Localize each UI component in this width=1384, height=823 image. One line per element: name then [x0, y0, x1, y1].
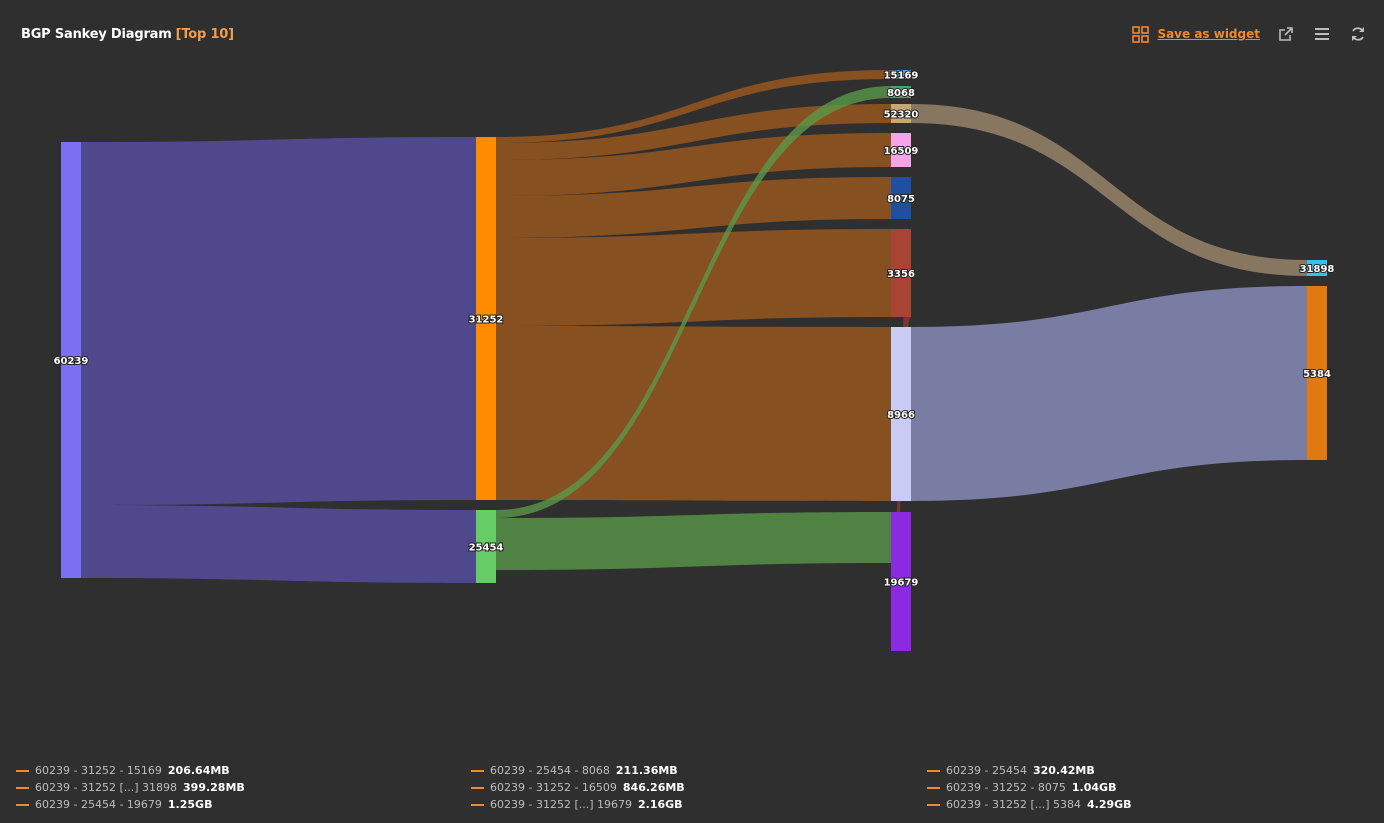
sankey-link-8966-5384[interactable]	[911, 286, 1307, 501]
legend-dash-icon	[471, 803, 484, 806]
legend-item[interactable]: 60239 - 31252 [...] 19679 2.16GB	[471, 796, 685, 813]
legend-item-value: 399.28MB	[183, 781, 245, 794]
legend-item[interactable]: 60239 - 31252 - 16509 846.26MB	[471, 779, 685, 796]
sankey-node-label-15169: 15169	[884, 71, 919, 82]
legend-item-value: 846.26MB	[622, 781, 685, 794]
chart-legend: 60239 - 31252 - 15169 206.64MB 60239 - 312…	[16, 762, 1376, 814]
legend-item[interactable]: 60239 - 25454 320.42MB	[927, 762, 1132, 779]
legend-item[interactable]: 60239 - 31252 - 8075 1.04GB	[927, 779, 1132, 796]
legend-dash-icon	[927, 786, 940, 789]
legend-item-value: 206.64MB	[167, 764, 230, 777]
legend-item[interactable]: 60239 - 25454 - 19679 1.25GB	[16, 796, 245, 813]
legend-item-label: 60239 - 31252 [...] 5384	[946, 798, 1082, 811]
sankey-node-label-60239: 60239	[54, 356, 89, 367]
legend-item-label: 60239 - 31252 - 16509	[490, 781, 617, 794]
legend-column: 60239 - 25454 320.42MB 60239 - 31252 - 807…	[927, 762, 1132, 813]
legend-item-label: 60239 - 31252 [...] 19679	[490, 798, 633, 811]
sankey-link-31252-8966[interactable]	[496, 326, 891, 501]
legend-item-label: 60239 - 25454	[946, 764, 1027, 777]
legend-item-value: 1.25GB	[167, 798, 213, 811]
legend-item-label: 60239 - 31252 - 15169	[35, 764, 162, 777]
sankey-link-60239-31252[interactable]	[81, 137, 476, 505]
legend-item-label: 60239 - 25454 - 8068	[490, 764, 610, 777]
sankey-links	[81, 70, 1307, 651]
legend-item-value: 1.04GB	[1071, 781, 1117, 794]
sankey-link-25454-19679[interactable]	[496, 512, 891, 570]
legend-dash-icon	[471, 786, 484, 789]
legend-item[interactable]: 60239 - 31252 - 15169 206.64MB	[16, 762, 245, 779]
sankey-node-label-52320: 52320	[884, 110, 919, 121]
legend-item-value: 320.42MB	[1032, 764, 1095, 777]
sankey-node-label-31898: 31898	[1300, 264, 1335, 275]
legend-item-value: 4.29GB	[1087, 798, 1132, 811]
legend-column: 60239 - 31252 - 15169 206.64MB 60239 - 312…	[16, 762, 245, 813]
sankey-node-label-31252: 31252	[469, 315, 504, 326]
legend-dash-icon	[927, 769, 940, 772]
legend-item-value: 2.16GB	[638, 798, 683, 811]
sankey-diagram: 60239 31252 25454 15169 8068 52320 16509 8075 33…	[53, 70, 1335, 651]
sankey-node-label-19679: 19679	[884, 578, 919, 589]
legend-item[interactable]: 60239 - 31252 [...] 31898 399.28MB	[16, 779, 245, 796]
legend-item-value: 211.36MB	[615, 764, 678, 777]
legend-item[interactable]: 60239 - 25454 - 8068 211.36MB	[471, 762, 685, 779]
legend-item[interactable]: 60239 - 31252 [...] 5384 4.29GB	[927, 796, 1132, 813]
sankey-node-label-8966: 8966	[887, 410, 915, 421]
sankey-node-label-8068: 8068	[887, 88, 915, 99]
sankey-node-label-16509: 16509	[884, 146, 919, 157]
sankey-node-label-3356: 3356	[887, 269, 915, 280]
legend-item-label: 60239 - 25454 - 19679	[35, 798, 162, 811]
legend-item-label: 60239 - 31252 [...] 31898	[35, 781, 178, 794]
sankey-node-label-25454: 25454	[469, 543, 504, 554]
sankey-link-31252-3356[interactable]	[496, 229, 891, 326]
legend-item-label: 60239 - 31252 - 8075	[946, 781, 1066, 794]
sankey-link-52320-31898[interactable]	[911, 104, 1307, 276]
legend-dash-icon	[927, 803, 940, 806]
legend-dash-icon	[16, 769, 29, 772]
legend-column: 60239 - 25454 - 8068 211.36MB 60239 - 3125…	[471, 762, 685, 813]
sankey-node-label-5384: 5384	[1303, 369, 1331, 380]
legend-dash-icon	[16, 803, 29, 806]
legend-dash-icon	[16, 786, 29, 789]
sankey-link-60239-25454[interactable]	[81, 505, 476, 583]
sankey-node-label-8075: 8075	[887, 194, 915, 205]
legend-dash-icon	[471, 769, 484, 772]
